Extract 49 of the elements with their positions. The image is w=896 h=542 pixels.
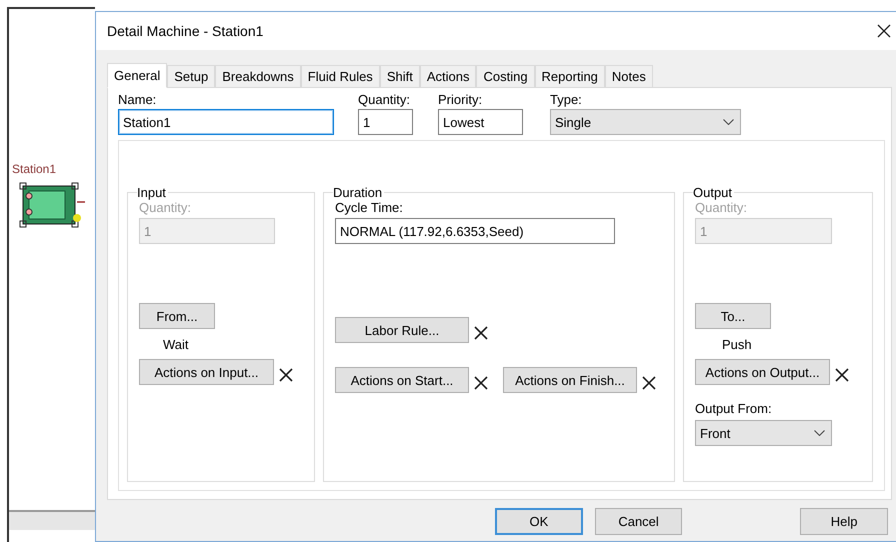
cycle-time-field[interactable]: NORMAL (117.92,6.6353,Seed) xyxy=(335,218,615,244)
clear-icon[interactable] xyxy=(474,326,488,340)
close-icon xyxy=(877,24,891,38)
field-label: Output From: xyxy=(695,401,773,418)
group-title: Input xyxy=(137,185,167,200)
field-label: Quantity: xyxy=(358,92,412,109)
text-field[interactable]: Station1 xyxy=(118,109,334,135)
tab[interactable]: Setup xyxy=(167,65,216,87)
window-title: Detail Machine - Station1 xyxy=(107,23,264,39)
field-label: Priority: xyxy=(438,92,484,109)
text-field[interactable]: 1 xyxy=(358,109,413,135)
tab[interactable]: Notes xyxy=(604,65,653,87)
tab[interactable]: Costing xyxy=(476,65,535,87)
to-button[interactable]: To... xyxy=(695,303,771,329)
field-label: Type: xyxy=(550,92,583,109)
tab[interactable]: Breakdowns xyxy=(215,65,301,87)
field-label: Quantity: xyxy=(695,200,748,217)
tab[interactable]: Shift xyxy=(380,65,420,87)
output-from-dropdown[interactable]: Front xyxy=(695,420,832,446)
from-button[interactable]: From... xyxy=(139,303,215,329)
station-label: Station1 xyxy=(12,162,58,176)
mode-label: Wait xyxy=(163,337,190,353)
field-label: Cycle Time: xyxy=(335,200,404,217)
group-title: Duration xyxy=(333,185,384,200)
tab[interactable]: Fluid Rules xyxy=(300,65,380,87)
type-dropdown[interactable]: Single xyxy=(550,109,741,135)
field-label: Name: xyxy=(118,92,158,109)
dialog-button[interactable]: OK xyxy=(495,508,583,535)
clear-icon[interactable] xyxy=(279,368,293,382)
dialog-button[interactable]: Cancel xyxy=(594,508,682,535)
actions-button[interactable]: Actions on Input... xyxy=(139,359,274,385)
tab[interactable]: Actions xyxy=(420,65,476,87)
machine-drawing[interactable] xyxy=(17,180,87,230)
dialog-button[interactable]: Help xyxy=(800,508,888,535)
clear-icon[interactable] xyxy=(474,376,488,390)
clear-icon[interactable] xyxy=(642,376,656,390)
tab[interactable]: General xyxy=(107,63,168,88)
actions-button[interactable]: Actions on Finish... xyxy=(503,367,637,393)
chevron-down-icon xyxy=(814,430,825,436)
text-field[interactable]: Lowest xyxy=(438,109,523,135)
actions-button[interactable]: Actions on Start... xyxy=(335,367,469,393)
labor-rule-button[interactable]: Labor Rule... xyxy=(335,317,469,343)
field-label: Quantity: xyxy=(139,200,192,217)
clear-icon[interactable] xyxy=(835,368,849,382)
actions-button[interactable]: Actions on Output... xyxy=(695,359,830,385)
chevron-down-icon xyxy=(723,119,734,125)
group-title: Output xyxy=(693,185,734,200)
tab[interactable]: Reporting xyxy=(534,65,605,87)
mode-label: Push xyxy=(722,337,753,353)
